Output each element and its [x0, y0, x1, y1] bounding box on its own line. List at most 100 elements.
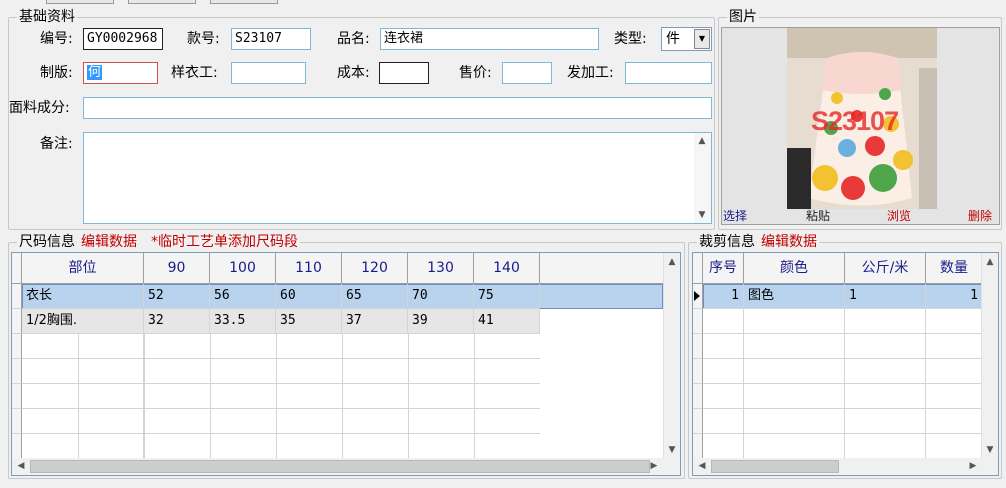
scroll-right-icon[interactable]: ▶ [646, 458, 662, 474]
size-cell[interactable]: 衣长 [22, 284, 144, 309]
cut-col-color[interactable]: 颜色 [744, 253, 845, 284]
size-cell[interactable]: 41 [474, 309, 540, 334]
cut-row-header [693, 359, 703, 384]
scroll-up-icon[interactable]: ▲ [982, 254, 998, 270]
fabric-field[interactable] [83, 97, 712, 119]
style-field[interactable]: S23107 [231, 28, 311, 50]
cut-row-header[interactable] [693, 284, 703, 309]
photo-paste-button[interactable]: 粘贴 [806, 208, 830, 224]
cut-grid[interactable]: 序号 颜色 公斤/米 数量 1 图色 1 1 ▲ ▼ ◀ ▶ [692, 252, 999, 476]
cut-row-header [693, 409, 703, 434]
size-cell[interactable]: 75 [474, 284, 540, 309]
type-label: 类型: [614, 31, 647, 47]
cut-edit-link[interactable]: 编辑数据 [761, 234, 817, 250]
size-col-part[interactable]: 部位 [22, 253, 144, 284]
cut-cell[interactable]: 1 [703, 284, 744, 309]
size-row-header [12, 359, 22, 384]
price-label: 售价: [459, 65, 492, 81]
product-photo[interactable]: S23107 [787, 28, 937, 209]
scroll-left-icon[interactable]: ◀ [694, 458, 710, 474]
size-cell[interactable]: 39 [408, 309, 474, 334]
cut-cell[interactable]: 图色 [744, 284, 845, 309]
name-field[interactable]: 连衣裙 [380, 28, 599, 50]
cut-info-title: 裁剪信息 编辑数据 [697, 233, 819, 251]
top-tab-2[interactable] [128, 0, 196, 4]
cut-vscrollbar[interactable]: ▲ ▼ [981, 253, 998, 459]
chevron-down-icon[interactable]: ▼ [694, 29, 710, 49]
remark-field[interactable] [83, 132, 712, 224]
cut-row-header [693, 334, 703, 359]
cut-row-header [693, 384, 703, 409]
size-cell[interactable]: 52 [144, 284, 210, 309]
size-empty-grid-first-col [143, 334, 144, 459]
cost-field[interactable] [379, 62, 429, 84]
size-cell[interactable]: 33.5 [210, 309, 276, 334]
size-row-header [12, 334, 22, 359]
cut-corner [693, 253, 703, 284]
remark-scrollbar[interactable]: ▲ ▼ [694, 133, 711, 223]
size-col-90[interactable]: 90 [144, 253, 210, 284]
cut-col-seq[interactable]: 序号 [703, 253, 744, 284]
size-row-header [12, 384, 22, 409]
scroll-down-icon[interactable]: ▼ [982, 442, 998, 458]
size-cell[interactable]: 70 [408, 284, 474, 309]
size-add-link[interactable]: *临时工艺单添加尺码段 [151, 234, 298, 250]
size-row-header[interactable] [12, 284, 22, 309]
photo-watermark: S23107 [811, 106, 899, 136]
sample-label: 样衣工: [171, 65, 218, 81]
photo-browse-button[interactable]: 浏览 [887, 208, 911, 224]
cut-col-kgm[interactable]: 公斤/米 [845, 253, 926, 284]
process-field[interactable] [625, 62, 712, 84]
cut-col-qty[interactable]: 数量 [926, 253, 982, 284]
photo-delete-button[interactable]: 删除 [968, 208, 992, 224]
size-title-text: 尺码信息 [19, 234, 75, 250]
size-row-header [12, 434, 22, 459]
cut-grid-vline [743, 309, 744, 459]
top-tab-1[interactable] [46, 0, 114, 4]
size-vscrollbar[interactable]: ▲ ▼ [663, 253, 680, 459]
scroll-down-icon[interactable]: ▼ [694, 207, 710, 223]
cut-hscroll-thumb[interactable] [711, 460, 839, 473]
size-col-120[interactable]: 120 [342, 253, 408, 284]
cut-hscrollbar[interactable]: ◀ ▶ [693, 458, 998, 475]
size-col-130[interactable]: 130 [408, 253, 474, 284]
size-col-100[interactable]: 100 [210, 253, 276, 284]
scroll-down-icon[interactable]: ▼ [664, 442, 680, 458]
name-label: 品名: [337, 31, 370, 47]
scroll-right-icon[interactable]: ▶ [965, 458, 981, 474]
size-col-110[interactable]: 110 [276, 253, 342, 284]
cut-cell[interactable]: 1 [926, 284, 982, 309]
size-cell[interactable]: 37 [342, 309, 408, 334]
size-row-header[interactable] [12, 309, 22, 334]
cut-empty-grid [703, 309, 982, 459]
size-col-filler [540, 253, 663, 284]
remark-label: 备注: [40, 136, 73, 152]
cut-grid-vline [844, 309, 845, 459]
current-row-arrow-icon [694, 291, 700, 301]
size-grid[interactable]: 部位 90 100 110 120 130 140 衣长 52 56 60 65… [11, 252, 681, 476]
size-hscroll-thumb[interactable] [30, 460, 650, 473]
price-field[interactable] [502, 62, 552, 84]
size-col-140[interactable]: 140 [474, 253, 540, 284]
maker-field[interactable]: 何 [83, 62, 158, 84]
maker-value: 何 [87, 65, 103, 80]
size-empty-grid [22, 334, 540, 459]
size-cell[interactable]: 32 [144, 309, 210, 334]
size-cell[interactable]: 1/2胸围. [22, 309, 144, 334]
cut-cell[interactable]: 1 [845, 284, 926, 309]
scroll-up-icon[interactable]: ▲ [694, 133, 710, 149]
type-select[interactable]: 件 ▼ [661, 27, 712, 51]
scroll-left-icon[interactable]: ◀ [13, 458, 29, 474]
code-field[interactable]: GY0002968 [83, 28, 163, 50]
size-cell[interactable]: 65 [342, 284, 408, 309]
size-hscrollbar[interactable]: ◀ ▶ [12, 458, 680, 475]
photo-select-button[interactable]: 选择 [723, 208, 747, 224]
size-cell[interactable]: 56 [210, 284, 276, 309]
sample-field[interactable] [231, 62, 306, 84]
size-edit-link[interactable]: 编辑数据 [81, 234, 137, 250]
scroll-up-icon[interactable]: ▲ [664, 254, 680, 270]
size-row-header [12, 409, 22, 434]
size-cell[interactable]: 60 [276, 284, 342, 309]
size-cell[interactable]: 35 [276, 309, 342, 334]
top-tab-3[interactable] [210, 0, 278, 4]
